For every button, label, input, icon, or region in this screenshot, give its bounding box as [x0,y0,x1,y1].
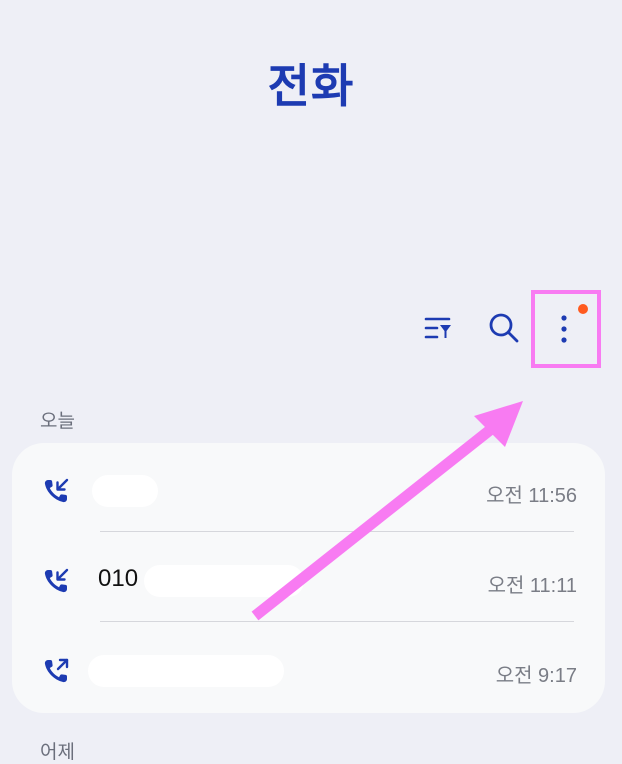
annotation-arrow [251,401,523,621]
